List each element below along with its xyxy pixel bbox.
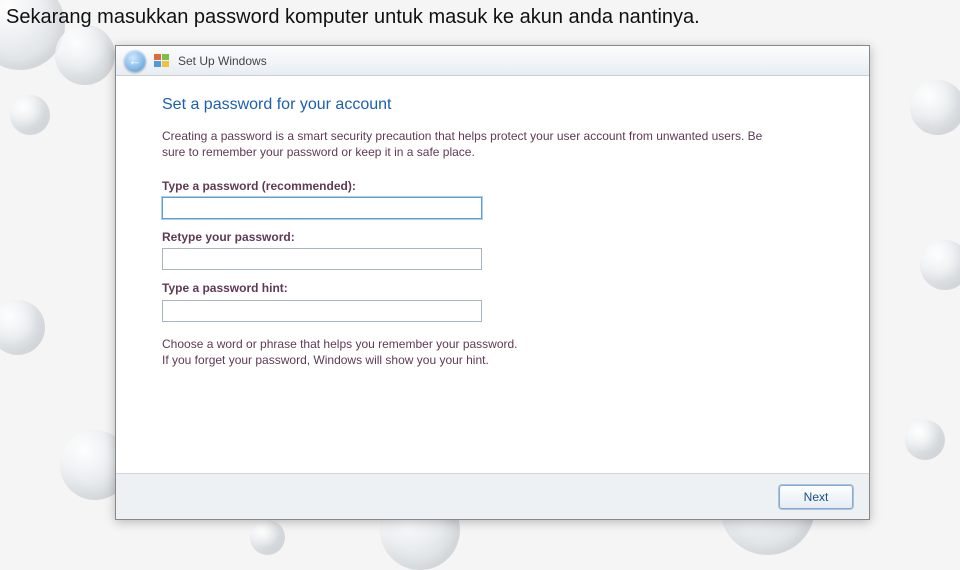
back-button[interactable]: ← — [124, 50, 146, 72]
next-button[interactable]: Next — [779, 485, 853, 509]
decorative-bubble — [905, 420, 945, 460]
content-area: Set a password for your account Creating… — [116, 76, 869, 473]
titlebar: ← Set Up Windows — [116, 46, 869, 76]
arrow-left-icon: ← — [129, 53, 142, 68]
hint-help-text: Choose a word or phrase that helps you r… — [162, 336, 622, 368]
windows-flag-icon — [154, 54, 170, 68]
footer-bar: Next — [116, 473, 869, 519]
setup-window: ← Set Up Windows Set a password for your… — [115, 45, 870, 520]
password-label: Type a password (recommended): — [162, 178, 823, 194]
slide-caption: Sekarang masukkan password komputer untu… — [6, 6, 700, 29]
hint-help-line: Choose a word or phrase that helps you r… — [162, 336, 622, 352]
password-hint-input[interactable] — [162, 300, 482, 322]
password-hint-label: Type a password hint: — [162, 280, 823, 296]
decorative-bubble — [920, 240, 960, 290]
hint-help-line: If you forget your password, Windows wil… — [162, 352, 622, 368]
decorative-bubble — [0, 300, 45, 355]
decorative-bubble — [910, 80, 960, 135]
retype-password-label: Retype your password: — [162, 229, 823, 245]
retype-password-input[interactable] — [162, 248, 482, 270]
window-title: Set Up Windows — [178, 54, 267, 68]
decorative-bubble — [55, 25, 115, 85]
page-description: Creating a password is a smart security … — [162, 128, 782, 160]
password-input[interactable] — [162, 197, 482, 219]
decorative-bubble — [10, 95, 50, 135]
decorative-bubble — [250, 520, 285, 555]
page-heading: Set a password for your account — [162, 94, 823, 116]
